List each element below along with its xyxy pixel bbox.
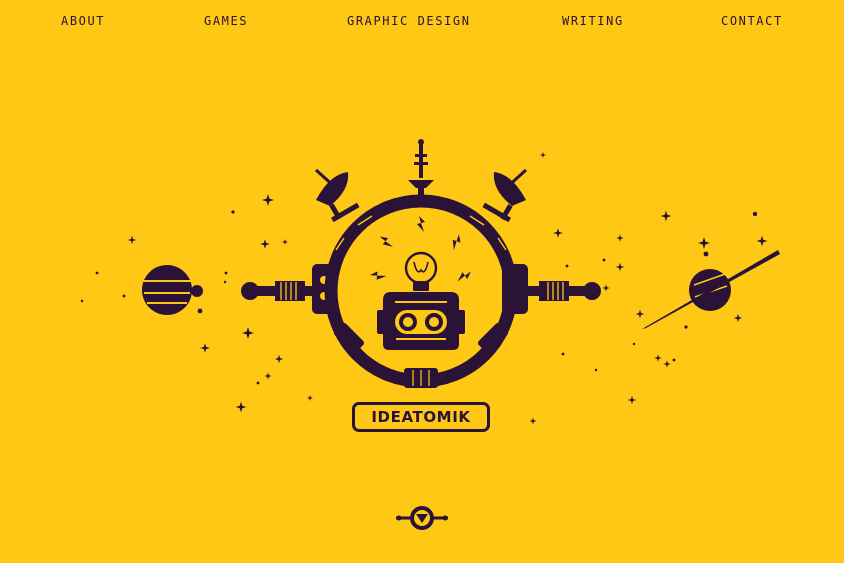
nav-writing-link[interactable]: WRITING [562,14,624,28]
axle-left [241,264,336,314]
stars-left [80,194,313,413]
right-dish [482,168,528,223]
nav-games-link[interactable]: GAMES [204,14,248,28]
scroll-down-icon [396,506,448,530]
left-planet [142,265,203,315]
left-dish [314,168,360,223]
main-nav: ABOUT GAMES GRAPHIC DESIGN WRITING CONTA… [0,14,844,30]
right-planet [642,250,780,329]
scroll-down-button[interactable] [396,504,448,532]
nav-graphic-design-link[interactable]: GRAPHIC DESIGN [347,14,471,28]
hero-section: IDEATOMIK [0,130,844,440]
top-antenna [408,139,434,198]
idea-bolts [369,216,473,283]
robot-space-station-icon [80,139,780,425]
logo-badge[interactable]: IDEATOMIK [352,402,490,432]
nav-about-link[interactable]: ABOUT [61,14,105,28]
light-bulb [404,251,438,291]
nav-contact-link[interactable]: CONTACT [721,14,783,28]
robot-head [377,292,465,350]
logo-text: IDEATOMIK [371,408,471,426]
